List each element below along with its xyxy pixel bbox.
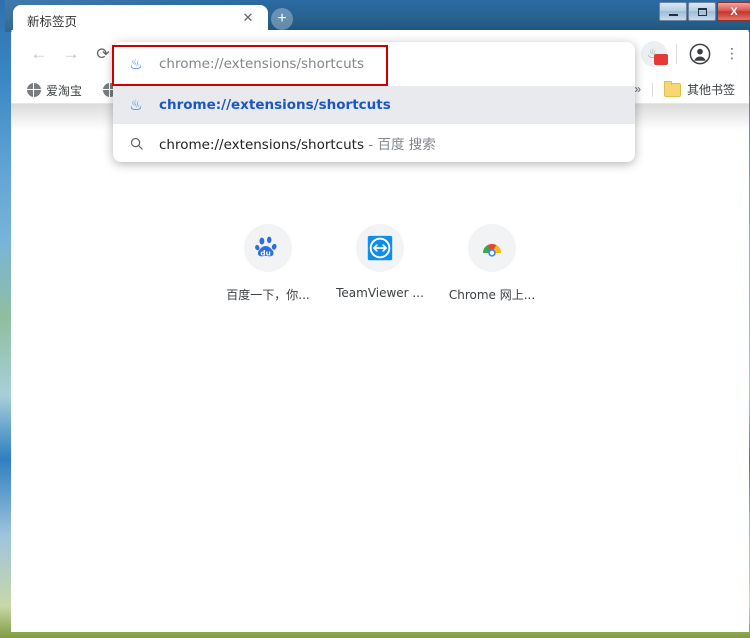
bookmark-item[interactable]: 爱淘宝 bbox=[27, 80, 82, 100]
maximize-icon bbox=[698, 8, 707, 16]
maximize-button[interactable] bbox=[688, 2, 716, 21]
suggestion-text: chrome://extensions/shortcuts bbox=[159, 97, 391, 113]
avatar-svg bbox=[689, 43, 711, 65]
shortcut-tile-chrome-webstore[interactable]: Chrome 网上... bbox=[436, 224, 548, 303]
minimize-button[interactable] bbox=[659, 2, 687, 21]
omnibox-dropdown-input-text: chrome://extensions/shortcuts bbox=[159, 56, 364, 72]
forward-icon[interactable]: → bbox=[59, 42, 83, 66]
suggestion-query: chrome://extensions/shortcuts bbox=[159, 137, 364, 153]
extension-icon[interactable]: ♨ bbox=[641, 41, 667, 67]
window-controls: X bbox=[658, 2, 750, 22]
browser-tab[interactable]: 新标签页 ✕ bbox=[13, 5, 268, 32]
shortcut-label: 百度一下，你... bbox=[226, 286, 309, 303]
teamviewer-icon bbox=[356, 224, 404, 272]
shortcut-label: Chrome 网上... bbox=[449, 286, 535, 303]
search-icon bbox=[113, 136, 159, 151]
back-icon[interactable]: ← bbox=[27, 42, 51, 66]
three-dot-menu-icon[interactable]: ⋮ bbox=[723, 43, 741, 65]
puzzle-icon: ♨ bbox=[113, 98, 159, 113]
bookmark-label: 爱淘宝 bbox=[46, 82, 82, 99]
close-icon[interactable]: ✕ bbox=[240, 10, 256, 26]
chrome-webstore-icon bbox=[468, 224, 516, 272]
suggestion-text: chrome://extensions/shortcuts - 百度 搜索 bbox=[159, 133, 436, 153]
teamviewer-logo-svg bbox=[367, 235, 393, 261]
new-tab-button[interactable]: + bbox=[271, 8, 293, 30]
bookmarks-overflow-icon[interactable]: » bbox=[634, 82, 641, 96]
browser-window: 新标签页 ✕ + X ← → ⟳ chrome://extensions/sho… bbox=[0, 0, 750, 638]
minimize-icon bbox=[669, 14, 678, 16]
tab-strip: 新标签页 ✕ + X bbox=[5, 0, 750, 32]
chrome-webstore-logo-svg bbox=[479, 235, 505, 261]
folder-icon bbox=[664, 83, 681, 97]
other-bookmarks-label: 其他书签 bbox=[687, 81, 735, 98]
shortcut-label: TeamViewer ... bbox=[336, 286, 424, 300]
omnibox-suggestion-search[interactable]: chrome://extensions/shortcuts - 百度 搜索 bbox=[113, 124, 635, 162]
new-tab-page: du 百度一下，你... TeamViewer ... bbox=[11, 104, 749, 632]
extension-badge bbox=[654, 54, 668, 65]
omnibox-dropdown: ♨ chrome://extensions/shortcuts ♨ chrome… bbox=[113, 42, 635, 162]
baidu-logo-svg: du bbox=[255, 235, 281, 261]
magnifier-svg bbox=[129, 136, 144, 151]
shortcut-tile-baidu[interactable]: du 百度一下，你... bbox=[212, 224, 324, 303]
shortcut-tile-teamviewer[interactable]: TeamViewer ... bbox=[324, 224, 436, 303]
close-button[interactable]: X bbox=[717, 2, 750, 21]
bookmarks-divider bbox=[652, 83, 653, 97]
reload-icon[interactable]: ⟳ bbox=[91, 42, 115, 66]
baidu-icon: du bbox=[244, 224, 292, 272]
omnibox-suggestion-selected[interactable]: ♨ chrome://extensions/shortcuts bbox=[113, 86, 635, 124]
toolbar-divider bbox=[676, 44, 677, 64]
tab-title: 新标签页 bbox=[27, 11, 212, 30]
svg-text:du: du bbox=[260, 248, 270, 257]
suggestion-engine: - 百度 搜索 bbox=[364, 137, 436, 153]
shortcut-tiles: du 百度一下，你... TeamViewer ... bbox=[11, 224, 749, 303]
omnibox-dropdown-input-row[interactable]: ♨ chrome://extensions/shortcuts bbox=[113, 42, 635, 86]
account-circle-icon[interactable] bbox=[689, 43, 711, 65]
other-bookmarks-button[interactable]: 其他书签 bbox=[664, 81, 735, 98]
puzzle-icon: ♨ bbox=[113, 57, 159, 72]
globe-icon bbox=[27, 83, 41, 97]
